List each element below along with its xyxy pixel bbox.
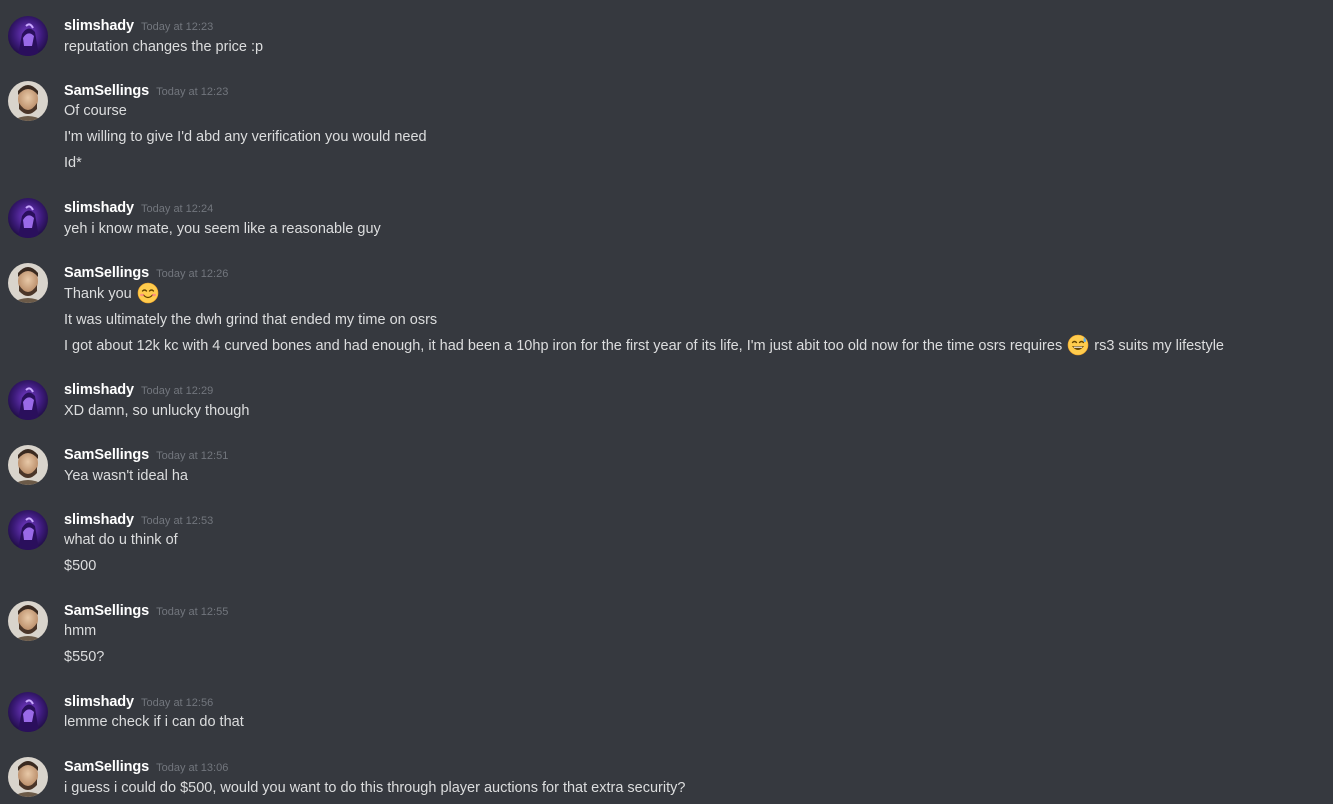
message-text: I got about 12k kc with 4 curved bones a… <box>64 334 1224 357</box>
username[interactable]: slimshady <box>64 200 134 216</box>
avatar[interactable] <box>8 16 48 56</box>
timestamp[interactable]: Today at 12:56 <box>141 697 213 709</box>
username[interactable]: slimshady <box>64 18 134 34</box>
avatar[interactable] <box>8 757 48 797</box>
avatar[interactable] <box>8 198 48 238</box>
username[interactable]: SamSellings <box>64 83 149 99</box>
message-header: slimshady Today at 12:56 <box>64 692 213 712</box>
message-text-part: I got about 12k kc with 4 curved bones a… <box>64 338 1063 354</box>
message-header: slimshady Today at 12:24 <box>64 198 213 218</box>
username[interactable]: SamSellings <box>64 759 149 775</box>
message-text-part: rs3 suits my lifestyle <box>1094 338 1224 354</box>
message-text: lemme check if i can do that <box>64 714 244 730</box>
timestamp[interactable]: Today at 12:24 <box>141 203 213 215</box>
timestamp[interactable]: Today at 12:26 <box>156 268 228 280</box>
timestamp[interactable]: Today at 12:55 <box>156 606 228 618</box>
message-header: slimshady Today at 12:53 <box>64 510 213 530</box>
message-header: SamSellings Today at 12:23 <box>64 81 228 101</box>
message-text: Thank you <box>64 282 160 305</box>
timestamp[interactable]: Today at 12:51 <box>156 450 228 462</box>
message-text: $550? <box>64 649 105 665</box>
message-text: yeh i know mate, you seem like a reasona… <box>64 221 381 237</box>
message-text: $500 <box>64 558 97 574</box>
username[interactable]: SamSellings <box>64 447 149 463</box>
message-text: what do u think of <box>64 532 178 548</box>
avatar[interactable] <box>8 263 48 303</box>
username[interactable]: slimshady <box>64 694 134 710</box>
message-header: SamSellings Today at 13:06 <box>64 757 228 777</box>
message-text: Of course <box>64 103 127 119</box>
timestamp[interactable]: Today at 12:53 <box>141 515 213 527</box>
message-text-part: Thank you <box>64 286 132 302</box>
message-text: It was ultimately the dwh grind that end… <box>64 312 438 328</box>
smiling-blush-emoji-icon[interactable] <box>137 282 159 304</box>
message-header: slimshady Today at 12:23 <box>64 16 213 36</box>
timestamp[interactable]: Today at 13:06 <box>156 762 228 774</box>
message-text: XD damn, so unlucky though <box>64 403 250 419</box>
message-text: Yea wasn't ideal ha <box>64 468 188 484</box>
chat-messages: slimshady Today at 12:23 reputation chang… <box>0 0 1333 804</box>
message-text: I'm willing to give I'd abd any verifica… <box>64 129 427 145</box>
username[interactable]: SamSellings <box>64 603 149 619</box>
timestamp[interactable]: Today at 12:23 <box>141 21 213 33</box>
avatar[interactable] <box>8 692 48 732</box>
timestamp[interactable]: Today at 12:29 <box>141 385 213 397</box>
username[interactable]: slimshady <box>64 512 134 528</box>
avatar[interactable] <box>8 81 48 121</box>
username[interactable]: slimshady <box>64 382 134 398</box>
message-text: i guess i could do $500, would you want … <box>64 780 686 796</box>
avatar[interactable] <box>8 510 48 550</box>
avatar[interactable] <box>8 380 48 420</box>
message-header: slimshady Today at 12:29 <box>64 380 213 400</box>
message-header: SamSellings Today at 12:51 <box>64 445 228 465</box>
message-header: SamSellings Today at 12:55 <box>64 601 228 621</box>
message-text: Id* <box>64 155 82 171</box>
avatar[interactable] <box>8 445 48 485</box>
timestamp[interactable]: Today at 12:23 <box>156 86 228 98</box>
grinning-sweat-emoji-icon[interactable] <box>1067 334 1089 356</box>
username[interactable]: SamSellings <box>64 265 149 281</box>
message-text: reputation changes the price :p <box>64 39 264 55</box>
message-text: hmm <box>64 623 97 639</box>
message-header: SamSellings Today at 12:26 <box>64 263 228 283</box>
avatar[interactable] <box>8 601 48 641</box>
